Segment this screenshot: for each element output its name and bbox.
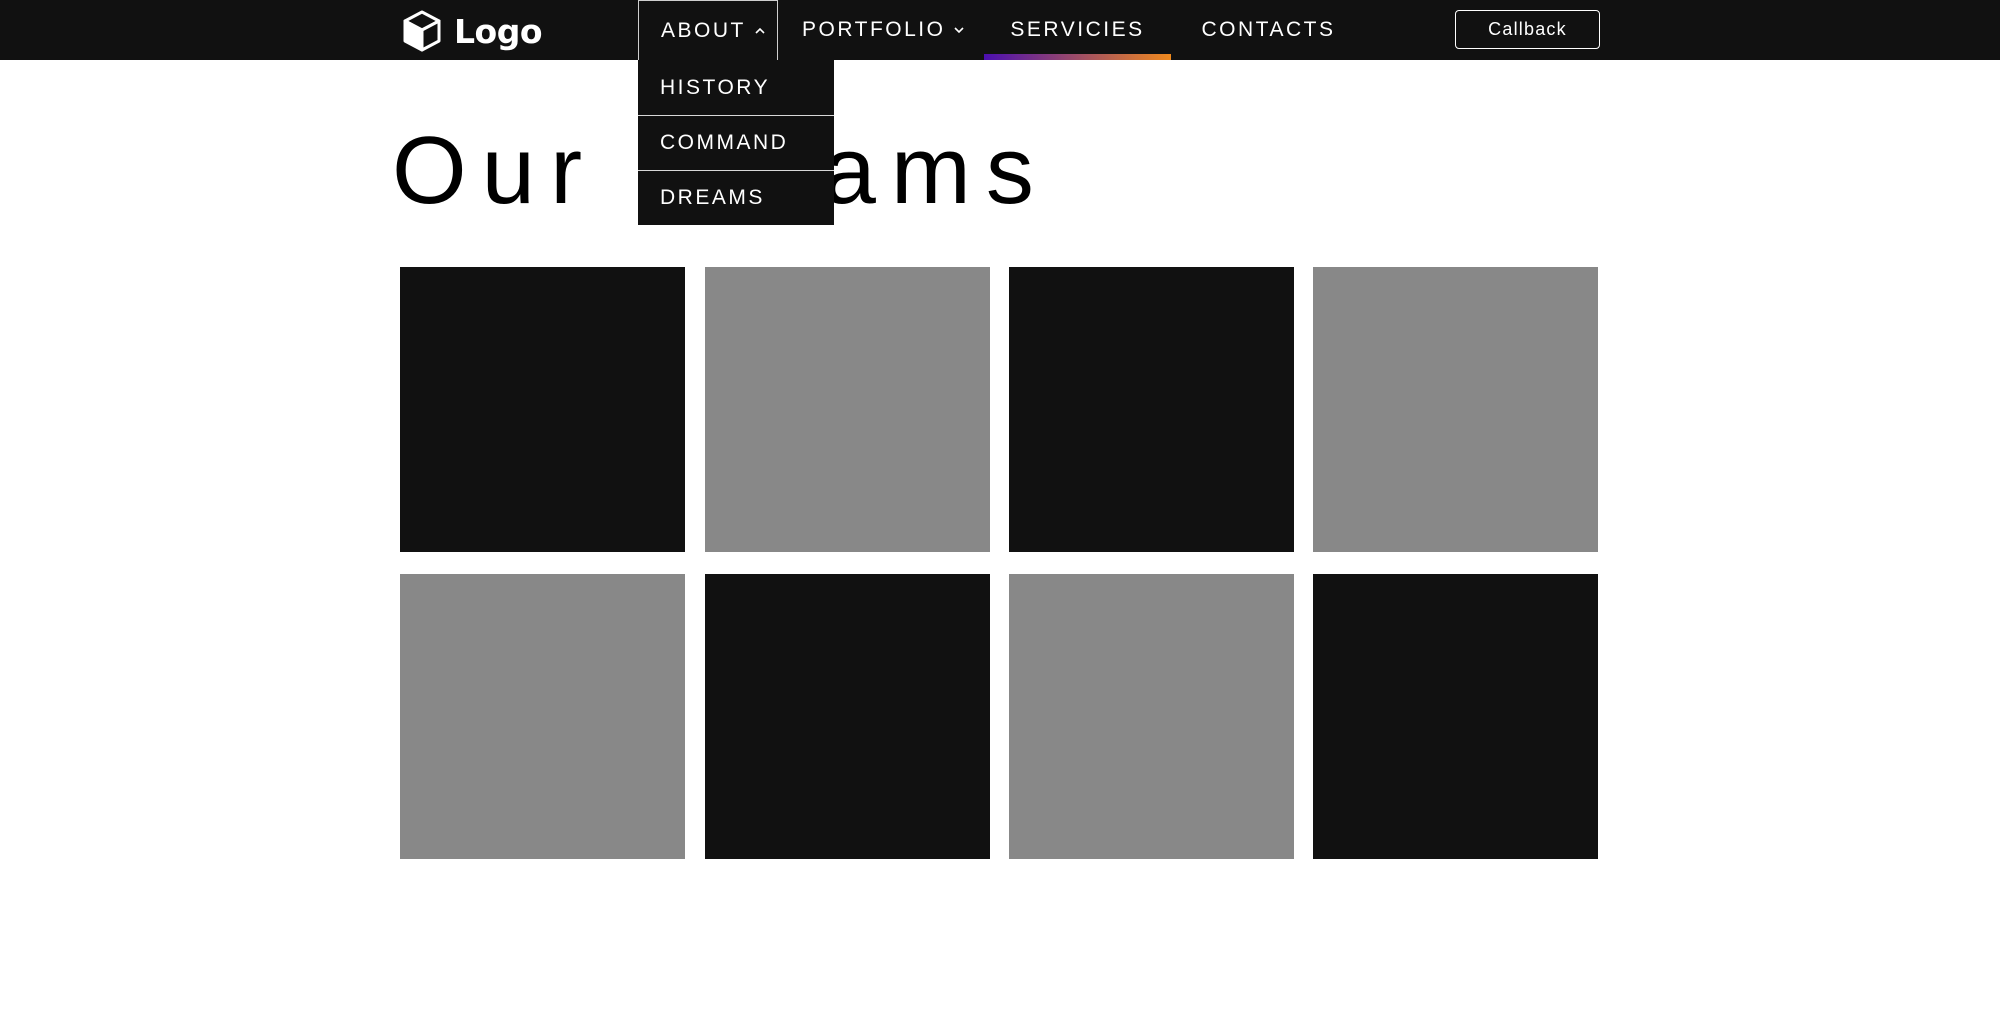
dropdown-item-history[interactable]: HISTORY [638,60,834,115]
gallery-tile [705,574,990,859]
gallery-tile [400,267,685,552]
callback-button[interactable]: Callback [1455,10,1600,49]
dropdown-item-dreams[interactable]: DREAMS [638,170,834,225]
nav-about-label: ABOUT [661,18,746,42]
nav-about[interactable]: ABOUT [638,0,778,60]
active-nav-indicator [984,54,1171,60]
gallery-tile [1009,267,1294,552]
gallery-tile [1009,574,1294,859]
nav-portfolio-label: PORTFOLIO [802,18,946,41]
nav-contacts[interactable]: CONTACTS [1171,0,1366,60]
top-navbar: Logo ABOUT PORTFOLIO SERVICIES CONTACTS … [0,0,2000,60]
gallery-tile [705,267,990,552]
nav-services-label: SERVICIES [1010,18,1145,41]
chevron-down-icon [954,27,965,34]
about-dropdown-menu: HISTORY COMMAND DREAMS [638,60,834,225]
logo-link[interactable]: Logo [400,9,543,53]
dropdown-item-command[interactable]: COMMAND [638,115,834,170]
chevron-up-icon [755,27,765,34]
logo-text: Logo [454,11,543,51]
nav-contacts-label: CONTACTS [1201,18,1336,41]
cube-logo-icon [400,9,444,53]
gallery-tile [400,574,685,859]
gallery-tile [1313,267,1598,552]
nav-services[interactable]: SERVICIES [984,0,1171,60]
gallery-tile [1313,574,1598,859]
nav-portfolio[interactable]: PORTFOLIO [780,0,980,60]
